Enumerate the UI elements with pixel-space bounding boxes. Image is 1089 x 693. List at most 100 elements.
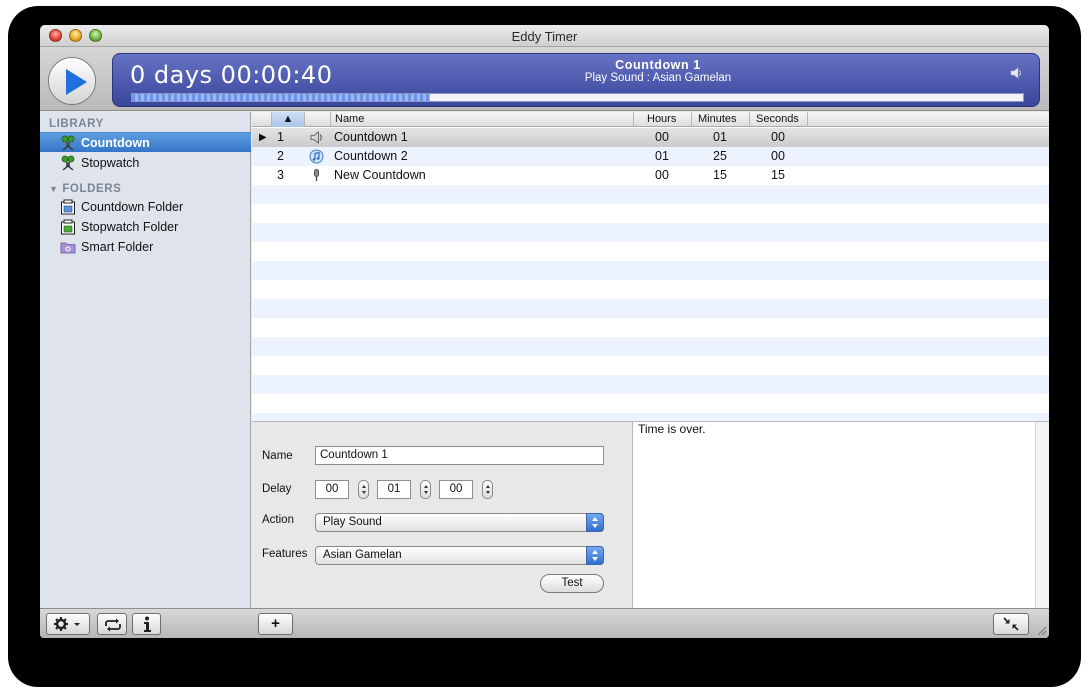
progress-bar [131, 93, 1024, 102]
column-header-index[interactable]: ▲ [272, 112, 305, 127]
message-scrollbar[interactable] [1035, 422, 1049, 608]
delay-minutes-field[interactable]: 01 [377, 480, 411, 499]
action-popup-value: Play Sound [323, 516, 382, 528]
toolbar: 0 days 00:00:40 Countdown 1 Play Sound :… [40, 47, 1049, 111]
collapse-button[interactable] [993, 613, 1029, 635]
stopwatch-icon [61, 155, 75, 171]
bottom-bar: + [40, 608, 1049, 638]
row-seconds: 00 [771, 149, 785, 163]
table-stripe [252, 204, 1049, 223]
title-bar: Eddy Timer [40, 25, 1049, 47]
table-stripe [252, 261, 1049, 280]
library-header: LIBRARY [49, 118, 104, 130]
sidebar-item-countdown[interactable]: Countdown [40, 132, 251, 152]
row-hours: 01 [655, 149, 669, 163]
add-timer-button[interactable]: + [258, 613, 293, 635]
table-stripe [252, 375, 1049, 394]
sidebar-item-stopwatch-folder[interactable]: Stopwatch Folder [40, 217, 251, 237]
delay-minutes-stepper[interactable] [420, 480, 431, 499]
repeat-button[interactable] [97, 613, 127, 635]
name-field[interactable]: Countdown 1 [315, 446, 604, 465]
message-text-area[interactable]: Time is over. [632, 421, 1049, 608]
column-header-icon[interactable] [305, 112, 331, 127]
row-index: 3 [277, 168, 284, 182]
disclosure-triangle-icon[interactable]: ▼ [49, 184, 59, 194]
sidebar-item-label: Smart Folder [81, 240, 154, 254]
table-row[interactable]: ▶ 1 Countdown 1 00 01 00 [252, 128, 1049, 147]
popup-arrows-icon [586, 546, 604, 565]
sidebar-item-stopwatch[interactable]: Stopwatch [40, 153, 251, 173]
features-popup-value: Asian Gamelan [323, 549, 402, 561]
table-stripe [252, 299, 1049, 318]
column-header-name[interactable]: Name [331, 112, 634, 127]
table-stripe [252, 280, 1049, 299]
column-header-hours[interactable]: Hours [634, 112, 692, 127]
folders-header-label: FOLDERS [62, 183, 122, 195]
stopwatch-folder-icon [61, 219, 75, 235]
progress-fill [132, 94, 431, 101]
play-button[interactable] [48, 57, 96, 105]
delay-label: Delay [262, 483, 292, 495]
table-stripe [252, 337, 1049, 356]
delay-hours-field[interactable]: 00 [315, 480, 349, 499]
table-stripe [252, 413, 1049, 421]
table-stripe [252, 185, 1049, 204]
features-label: Features [262, 548, 308, 560]
collapse-icon [1003, 617, 1019, 631]
row-index: 1 [277, 130, 284, 144]
display-action-summary: Play Sound : Asian Gamelan [584, 72, 732, 84]
info-button[interactable] [132, 613, 161, 635]
sidebar-item-label: Stopwatch Folder [81, 220, 179, 234]
delay-hours-stepper[interactable] [358, 480, 369, 499]
repeat-icon [105, 618, 121, 632]
message-text: Time is over. [638, 422, 706, 436]
folders-header[interactable]: ▼ FOLDERS [49, 183, 121, 195]
countdown-time: 0 days 00:00:40 [130, 61, 333, 89]
row-seconds: 15 [771, 168, 785, 182]
delay-seconds-field[interactable]: 00 [439, 480, 473, 499]
column-header-arrow[interactable] [252, 112, 272, 127]
play-icon [66, 69, 87, 95]
row-hours: 00 [655, 130, 669, 144]
table-stripe [252, 394, 1049, 413]
row-seconds: 00 [771, 130, 785, 144]
sidebar-item-label: Countdown [81, 136, 150, 150]
row-name: Countdown 1 [334, 130, 408, 144]
speaker-icon [1010, 67, 1021, 79]
sidebar-item-smart-folder[interactable]: Smart Folder [40, 237, 251, 257]
table-row[interactable]: 2 Countdown 2 01 25 00 [252, 147, 1049, 166]
row-disclosure-arrow[interactable]: ▶ [259, 128, 267, 147]
row-name: New Countdown [334, 168, 426, 182]
itunes-icon [309, 149, 324, 164]
sidebar-item-label: Stopwatch [81, 156, 140, 170]
features-popup[interactable]: Asian Gamelan [315, 546, 604, 565]
row-minutes: 15 [713, 168, 727, 182]
column-header-seconds[interactable]: Seconds [750, 112, 808, 127]
timer-display: 0 days 00:00:40 Countdown 1 Play Sound :… [112, 53, 1040, 107]
resize-grip-icon[interactable] [1035, 624, 1047, 636]
row-minutes: 01 [713, 130, 727, 144]
table-stripe [252, 356, 1049, 375]
action-menu-button[interactable] [46, 613, 90, 635]
info-icon [144, 616, 151, 632]
table-row[interactable]: 3 New Countdown 00 15 15 [252, 166, 1049, 185]
table-stripe [252, 242, 1049, 261]
timer-editor: Name Countdown 1 Delay 00 01 00 Action P… [252, 421, 632, 608]
column-header-minutes[interactable]: Minutes [692, 112, 750, 127]
display-timer-name: Countdown 1 [615, 58, 701, 72]
delay-seconds-stepper[interactable] [482, 480, 493, 499]
row-index: 2 [277, 149, 284, 163]
name-label: Name [262, 450, 293, 462]
test-button[interactable]: Test [540, 574, 604, 593]
window-title: Eddy Timer [511, 29, 578, 44]
action-label: Action [262, 514, 294, 526]
smart-folder-icon [60, 242, 76, 254]
table-header: ▲ Name Hours Minutes Seconds [252, 112, 1049, 127]
sidebar-item-countdown-folder[interactable]: Countdown Folder [40, 197, 251, 217]
row-name: Countdown 2 [334, 149, 408, 163]
table-stripe [252, 318, 1049, 337]
action-popup[interactable]: Play Sound [315, 513, 604, 532]
timers-table: ▲ Name Hours Minutes Seconds ▶ 1 Countdo… [252, 112, 1049, 421]
microphone-icon [314, 169, 319, 181]
sidebar: LIBRARY Countdown Stopwatch ▼ FOLDERS Co… [40, 112, 251, 608]
